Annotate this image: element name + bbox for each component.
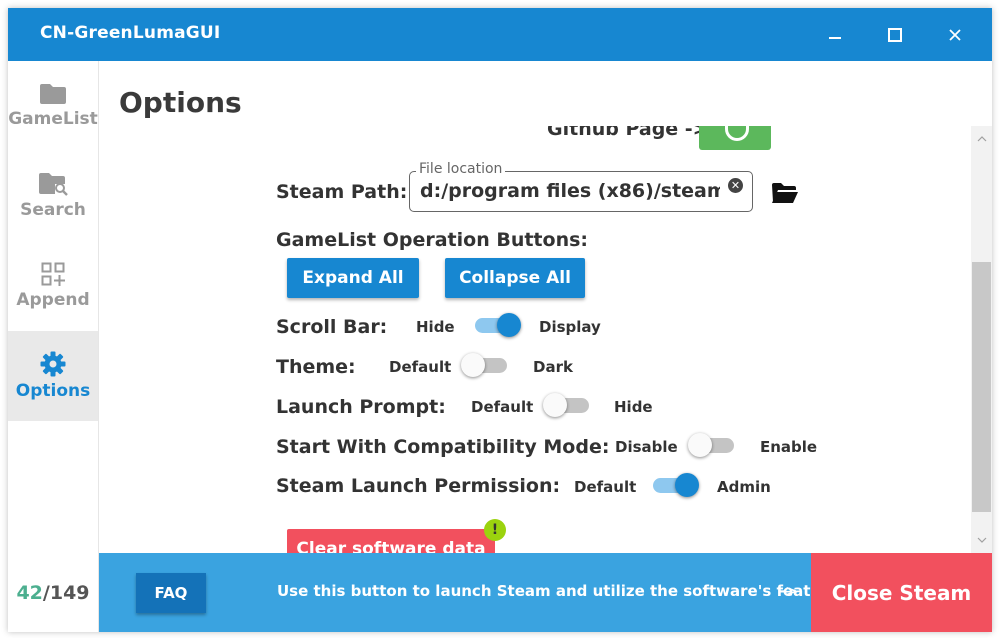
steam-path-field[interactable]: File location d:/program files (x86)/ste… <box>409 161 753 212</box>
scroll-up-icon[interactable] <box>971 130 992 148</box>
app-title: CN-GreenLumaGUI <box>40 23 221 43</box>
minimize-button[interactable] <box>809 8 861 61</box>
folder-open-icon[interactable] <box>771 182 799 204</box>
theme-on-text: Dark <box>533 358 573 376</box>
warning-badge: ! <box>484 519 506 541</box>
count-separator: / <box>42 581 50 604</box>
compat-mode-toggle[interactable] <box>688 433 736 457</box>
scrollbar-thumb[interactable] <box>972 262 991 512</box>
sidebar-item-options[interactable]: Options <box>8 331 98 421</box>
close-steam-button[interactable]: Close Steam <box>811 553 992 632</box>
compat-mode-off-text: Disable <box>615 438 678 456</box>
collapse-all-button[interactable]: Collapse All <box>445 258 585 298</box>
minimize-icon <box>829 36 841 39</box>
theme-option-label: Theme: <box>276 356 356 378</box>
game-counter: 42/149 <box>8 553 99 632</box>
sidebar-item-append[interactable]: Append <box>8 241 98 331</box>
faq-button[interactable]: FAQ <box>136 573 206 613</box>
launch-prompt-on-text: Hide <box>614 398 653 416</box>
folder-icon <box>40 84 66 104</box>
sidebar-item-label: Append <box>16 290 90 310</box>
sidebar-item-label: Search <box>20 200 86 220</box>
scrollbar-on-text: Display <box>539 318 601 336</box>
total-count: 149 <box>49 581 90 604</box>
github-icon <box>725 126 749 141</box>
gamelist-ops-label: GameList Operation Buttons: <box>276 229 589 251</box>
github-label: Github Page -> <box>547 126 709 140</box>
launch-permission-label: Steam Launch Permission: <box>276 475 561 497</box>
sidebar: GameList Search Append Options <box>8 61 99 553</box>
launch-prompt-toggle[interactable] <box>543 393 591 417</box>
title-bar[interactable]: CN-GreenLumaGUI <box>8 8 992 61</box>
steam-path-label: Steam Path: <box>276 181 408 203</box>
gear-icon <box>40 351 66 377</box>
launch-permission-on-text: Admin <box>717 478 771 496</box>
scrollbar-off-text: Hide <box>416 318 455 336</box>
compat-mode-on-text: Enable <box>760 438 818 456</box>
launch-prompt-off-text: Default <box>471 398 534 416</box>
launch-permission-toggle[interactable] <box>651 473 699 497</box>
clear-data-button[interactable]: Clear software data <box>287 529 495 553</box>
app-window: CN-GreenLumaGUI GameList Search Append O… <box>8 8 992 632</box>
close-icon <box>949 28 961 41</box>
steam-path-legend: File location <box>416 161 506 177</box>
maximize-button[interactable] <box>869 8 921 61</box>
clear-icon[interactable]: ✕ <box>728 178 743 193</box>
maximize-icon <box>888 27 902 42</box>
launch-hint-panel: FAQ Use this button to launch Steam and … <box>99 553 853 632</box>
compat-mode-label: Start With Compatibility Mode: <box>276 436 610 458</box>
scrollbar-option-label: Scroll Bar: <box>276 316 388 338</box>
launch-hint-text: Use this button to launch Steam and util… <box>277 582 854 600</box>
sidebar-item-label: Options <box>15 381 91 401</box>
sidebar-item-label: GameList <box>8 109 98 129</box>
options-panel: Github Page -> Steam Path: File location… <box>99 126 969 553</box>
expand-all-button[interactable]: Expand All <box>287 258 419 298</box>
github-button[interactable] <box>699 126 771 150</box>
hint-arrow: -> <box>779 582 798 600</box>
page-title: Options <box>119 86 242 119</box>
bottom-bar: 42/149 FAQ Use this button to launch Ste… <box>8 553 992 632</box>
sidebar-item-gamelist[interactable]: GameList <box>8 61 98 151</box>
steam-path-value[interactable]: d:/program files (x86)/steam/steam.exe <box>420 180 720 202</box>
grid-plus-icon <box>41 262 65 286</box>
scrollbar-toggle[interactable] <box>473 313 521 337</box>
selected-count: 42 <box>16 581 43 604</box>
scroll-down-icon[interactable] <box>971 531 992 549</box>
folder-search-icon <box>39 173 68 196</box>
launch-prompt-label: Launch Prompt: <box>276 396 446 418</box>
theme-off-text: Default <box>389 358 452 376</box>
launch-permission-off-text: Default <box>574 478 637 496</box>
vertical-scrollbar[interactable] <box>971 126 992 553</box>
close-window-button[interactable] <box>929 8 981 61</box>
sidebar-item-search[interactable]: Search <box>8 151 98 241</box>
theme-toggle[interactable] <box>461 353 509 377</box>
